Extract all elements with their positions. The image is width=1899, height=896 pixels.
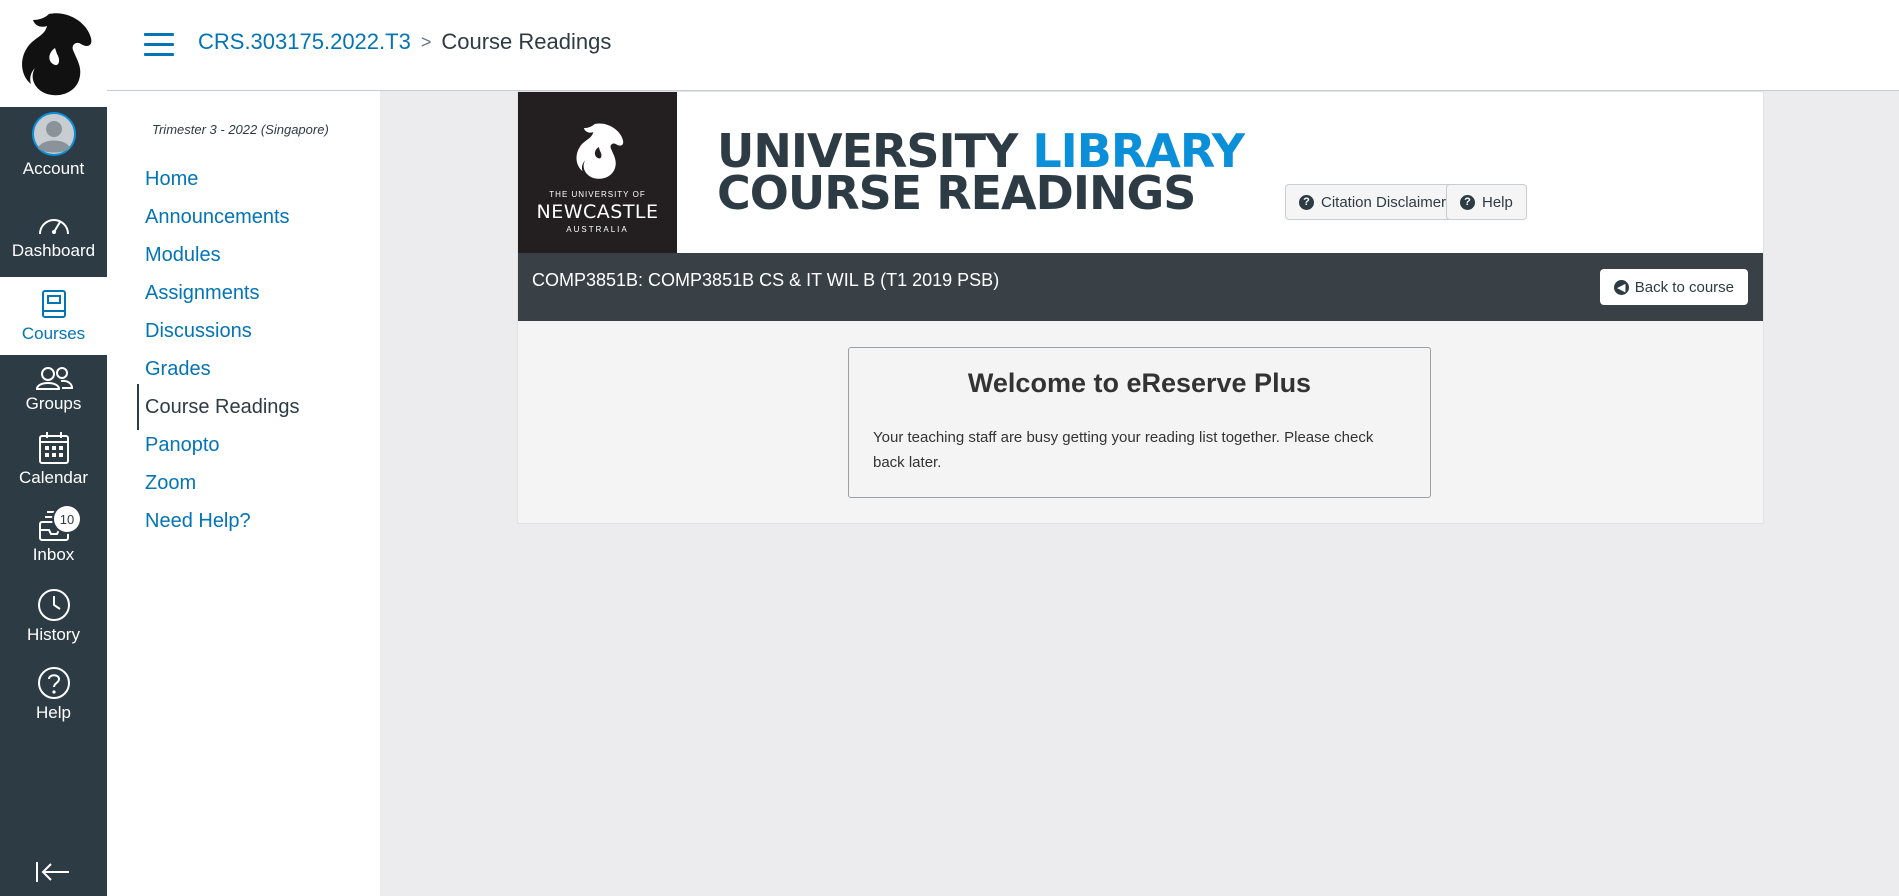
seahorse-logo-icon bbox=[575, 123, 623, 179]
course-nav-panopto[interactable]: Panopto bbox=[145, 434, 220, 457]
logo-text-line1: THE UNIVERSITY OF bbox=[549, 190, 646, 199]
course-nav-zoom[interactable]: Zoom bbox=[145, 472, 196, 495]
question-icon bbox=[37, 667, 70, 699]
breadcrumb-current-page: Course Readings bbox=[441, 29, 612, 54]
course-nav-course-readings[interactable]: Course Readings bbox=[145, 396, 300, 419]
course-nav-discussions[interactable]: Discussions bbox=[145, 320, 252, 343]
nav-label: Calendar bbox=[19, 468, 88, 487]
newcastle-logo: THE UNIVERSITY OF NEWCASTLE AUSTRALIA bbox=[518, 92, 677, 253]
nav-groups[interactable]: Groups bbox=[0, 365, 107, 414]
nav-account[interactable]: Account bbox=[0, 112, 107, 179]
inbox-unread-badge: 10 bbox=[54, 506, 80, 532]
groups-icon bbox=[35, 367, 73, 390]
logo-text-line3: AUSTRALIA bbox=[566, 225, 629, 234]
term-label: Trimester 3 - 2022 (Singapore) bbox=[152, 122, 329, 137]
nav-label: Courses bbox=[21, 323, 86, 343]
collapse-nav-button[interactable] bbox=[35, 860, 71, 889]
course-nav-grades[interactable]: Grades bbox=[145, 358, 211, 381]
breadcrumb: CRS.303175.2022.T3 > Course Readings bbox=[198, 29, 611, 55]
course-title-bar: COMP3851B: COMP3851B CS & IT WIL B (T1 2… bbox=[518, 253, 1763, 321]
nav-label: Account bbox=[22, 159, 85, 178]
nav-label: Help bbox=[36, 703, 71, 722]
hamburger-menu-icon[interactable] bbox=[144, 33, 174, 57]
library-banner: THE UNIVERSITY OF NEWCASTLE AUSTRALIA UN… bbox=[518, 92, 1763, 253]
clock-icon bbox=[37, 589, 70, 621]
help-button[interactable]: ? Help bbox=[1446, 184, 1527, 220]
course-nav-modules[interactable]: Modules bbox=[145, 244, 221, 267]
library-title: UNIVERSITY LIBRARY COURSE READINGS bbox=[717, 128, 1245, 220]
seahorse-logo-icon bbox=[21, 12, 91, 95]
nav-label: History bbox=[27, 625, 80, 644]
help-label: Help bbox=[1482, 193, 1513, 211]
calendar-icon bbox=[38, 432, 69, 464]
course-title: COMP3851B: COMP3851B CS & IT WIL B (T1 2… bbox=[532, 270, 1000, 290]
course-nav-assignments[interactable]: Assignments bbox=[145, 282, 260, 305]
dashboard-icon bbox=[38, 219, 69, 235]
nav-label: Inbox bbox=[32, 545, 75, 564]
collapse-arrow-icon bbox=[36, 862, 69, 882]
citation-disclaimer-label: Citation Disclaimer bbox=[1321, 193, 1447, 211]
nav-inbox[interactable]: 10 Inbox bbox=[0, 506, 107, 565]
welcome-box: Welcome to eReserve Plus Your teaching s… bbox=[848, 347, 1431, 498]
university-logo[interactable] bbox=[0, 0, 107, 107]
back-to-course-label: Back to course bbox=[1634, 278, 1734, 296]
library-title-line2: COURSE READINGS bbox=[717, 166, 1196, 220]
nav-courses[interactable]: Courses bbox=[0, 277, 107, 355]
breadcrumb-course-link[interactable]: CRS.303175.2022.T3 bbox=[198, 29, 411, 55]
welcome-message: Your teaching staff are busy getting you… bbox=[873, 429, 1374, 471]
nav-calendar[interactable]: Calendar bbox=[0, 431, 107, 488]
courses-icon bbox=[41, 289, 66, 318]
nav-label: Dashboard bbox=[11, 241, 96, 260]
active-link-indicator bbox=[137, 384, 139, 430]
page-header: CRS.303175.2022.T3 > Course Readings bbox=[107, 0, 1899, 91]
course-nav-need-help[interactable]: Need Help? bbox=[145, 510, 251, 533]
nav-history[interactable]: History bbox=[0, 588, 107, 645]
nav-dashboard[interactable]: Dashboard bbox=[0, 210, 107, 261]
course-nav-home[interactable]: Home bbox=[145, 168, 198, 191]
citation-disclaimer-button[interactable]: ? Citation Disclaimer bbox=[1285, 184, 1461, 220]
course-nav-announcements[interactable]: Announcements bbox=[145, 206, 290, 229]
nav-help[interactable]: Help bbox=[0, 666, 107, 723]
logo-text-line2: NEWCASTLE bbox=[536, 201, 659, 223]
nav-label: Groups bbox=[25, 394, 82, 413]
course-navigation: Trimester 3 - 2022 (Singapore) Home Anno… bbox=[107, 91, 380, 896]
global-navigation: Account Dashboard Courses Groups Calenda… bbox=[0, 0, 107, 896]
breadcrumb-separator: > bbox=[420, 31, 432, 52]
arrow-left-icon: ◀ bbox=[1613, 279, 1629, 295]
main-content: THE UNIVERSITY OF NEWCASTLE AUSTRALIA UN… bbox=[380, 91, 1899, 896]
ereserve-panel: THE UNIVERSITY OF NEWCASTLE AUSTRALIA UN… bbox=[517, 91, 1764, 524]
welcome-title: Welcome to eReserve Plus bbox=[967, 368, 1312, 398]
avatar bbox=[31, 112, 76, 156]
back-to-course-button[interactable]: ◀ Back to course bbox=[1599, 269, 1748, 305]
question-icon: ? bbox=[1460, 194, 1475, 210]
question-icon: ? bbox=[1299, 194, 1314, 210]
